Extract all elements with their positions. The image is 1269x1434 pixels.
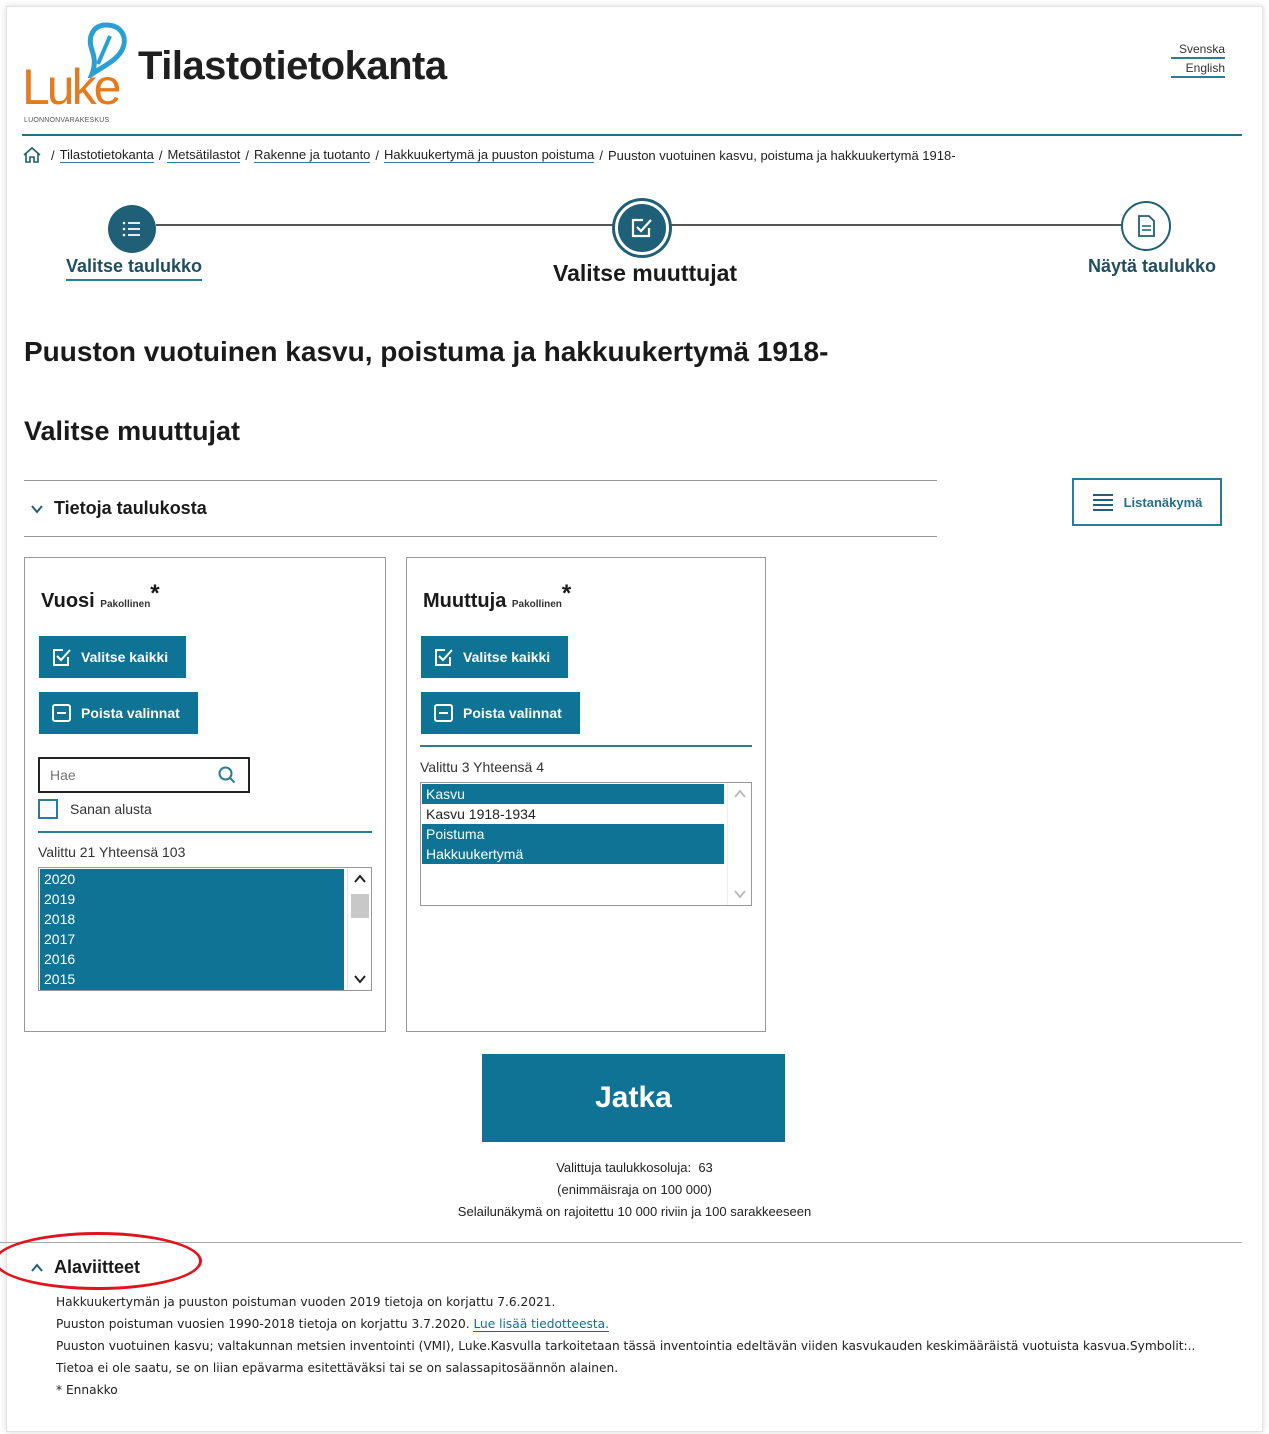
muuttuja-count: Valittu 3 Yhteensä 4 [420,759,545,775]
chevron-down-icon[interactable] [734,889,746,899]
step-3-label: Näytä taulukko [1088,256,1217,276]
checkbox-check-icon [435,649,453,666]
footnote-line-1: Hakkuukertymän ja puuston poistuman vuod… [56,1295,556,1309]
logo-subtitle: LUONNONVARAKESKUS [24,117,110,124]
muuttuja-listbox[interactable]: Kasvu Kasvu 1918-1934 Poistuma Hakkuuker… [420,782,752,906]
vuosi-count: Valittu 21 Yhteensä 103 [38,844,186,860]
vuosi-title: Vuosi Pakollinen* [41,580,160,612]
home-icon[interactable] [22,146,42,164]
panel-vuosi: Vuosi Pakollinen* Valitse kaikki Poista … [24,557,386,1032]
breadcrumb-item-rakenne[interactable]: Rakenne ja tuotanto [254,147,371,163]
browse-limit-info: Selailunäkymä on rajoitettu 10 000 rivii… [457,1204,812,1219]
vuosi-clear-button[interactable]: Poista valinnat [39,692,198,734]
required-label: Pakollinen [100,599,151,610]
muuttuja-title: Muuttuja Pakollinen* [423,580,572,612]
vuosi-select-all-button[interactable]: Valitse kaikki [39,636,187,678]
list-item[interactable]: Poistuma [422,824,724,844]
list-item[interactable]: 2018 [40,909,344,929]
document-icon [1138,215,1155,237]
vuosi-divider [38,831,372,833]
accordion-top-divider [24,480,937,481]
step-2-circle [615,201,669,255]
header-divider [22,134,1242,136]
logo-wordmark: Luke [22,59,121,115]
list-item[interactable]: Hakkuukertymä [422,844,724,864]
language-switcher: Svenska English [1171,42,1225,80]
list-view-button[interactable]: Listanäkymä [1072,478,1222,526]
edit-checkbox-icon [631,218,652,238]
list-item[interactable]: 2015 [40,969,344,989]
chevron-up-icon[interactable] [354,874,366,884]
section-title: Valitse muuttujat [24,416,241,446]
search-icon[interactable] [218,766,236,784]
list-icon [122,221,140,237]
max-limit-info: (enimmäisraja on 100 000) [557,1182,712,1197]
site-title: Tilastotietokanta [138,44,447,88]
list-item[interactable]: Kasvu [422,784,724,804]
list-item[interactable]: 2019 [40,889,344,909]
list-item[interactable]: Kasvu 1918-1934 [422,804,724,824]
vuosi-listbox[interactable]: 2020 2019 2018 2017 2016 2015 [38,867,372,991]
lang-svenska-link[interactable]: Svenska [1171,42,1225,59]
vuosi-prefix-option: Sanan alusta [38,799,152,819]
lang-english-link[interactable]: English [1171,61,1225,78]
list-item[interactable]: 2017 [40,929,344,949]
footnotes-divider [0,1242,1242,1243]
panel-muuttuja: Muuttuja Pakollinen* Valitse kaikki Pois… [406,557,766,1032]
menu-lines-icon [1092,494,1113,511]
stepper-line-2 [666,224,1124,226]
minus-square-icon [52,704,71,722]
breadcrumb-item-metsatilastot[interactable]: Metsätilastot [167,147,241,163]
breadcrumb: / Tilastotietokanta / Metsätilastot / Ra… [22,146,956,164]
footnote-line-2: Puuston poistuman vuosien 1990-2018 tiet… [56,1317,609,1332]
chevron-down-icon [31,504,43,514]
muuttuja-scrollbar[interactable] [727,783,751,905]
breadcrumb-item-hakkuukertyma[interactable]: Hakkuukertymä ja puuston poistuma [384,147,595,163]
footnotes-content: Hakkuukertymän ja puuston poistuman vuod… [56,1291,1196,1401]
accordion-table-info[interactable]: Tietoja taulukosta [30,498,207,519]
vuosi-search-input[interactable] [40,759,210,791]
highlight-ellipse [0,1232,202,1290]
step-1-circle[interactable] [108,205,156,253]
chevron-up-icon[interactable] [734,789,746,799]
continue-button[interactable]: Jatka [482,1054,785,1142]
stepper-line-1 [156,224,614,226]
list-item[interactable]: 2016 [40,949,344,969]
read-more-link[interactable]: Lue lisää tiedotteesta. [473,1317,609,1332]
chevron-down-icon[interactable] [354,974,366,984]
vuosi-scroll-thumb[interactable] [351,894,369,918]
luke-logo[interactable]: Luke LUONNONVARAKESKUS [22,22,132,134]
breadcrumb-current: Puuston vuotuinen kasvu, poistuma ja hak… [607,147,956,163]
selected-cells-info: Valittuja taulukkosoluja: 63 [556,1160,713,1175]
page-title: Puuston vuotuinen kasvu, poistuma ja hak… [24,336,829,367]
muuttuja-divider [420,745,752,747]
accordion-label: Tietoja taulukosta [54,498,207,518]
step-3-circle [1121,201,1171,251]
footnote-line-3: Puuston vuotuinen kasvu; valtakunnan met… [56,1339,1196,1375]
muuttuja-select-all-button[interactable]: Valitse kaikki [421,636,569,678]
step-2-label: Valitse muuttujat [553,260,738,286]
list-item[interactable]: 2020 [40,869,344,889]
prefix-checkbox[interactable] [38,799,58,819]
checkbox-check-icon [53,649,71,666]
required-label: Pakollinen [511,599,562,610]
muuttuja-clear-button[interactable]: Poista valinnat [421,692,580,734]
accordion-bottom-divider [24,536,937,537]
vuosi-scrollbar[interactable] [347,868,371,990]
step-1-label[interactable]: Valitse taulukko [66,256,203,281]
footnote-line-4: * Ennakko [56,1383,118,1397]
breadcrumb-item-tilastotietokanta[interactable]: Tilastotietokanta [59,147,154,163]
vuosi-search [38,757,250,793]
minus-square-icon [434,704,453,722]
